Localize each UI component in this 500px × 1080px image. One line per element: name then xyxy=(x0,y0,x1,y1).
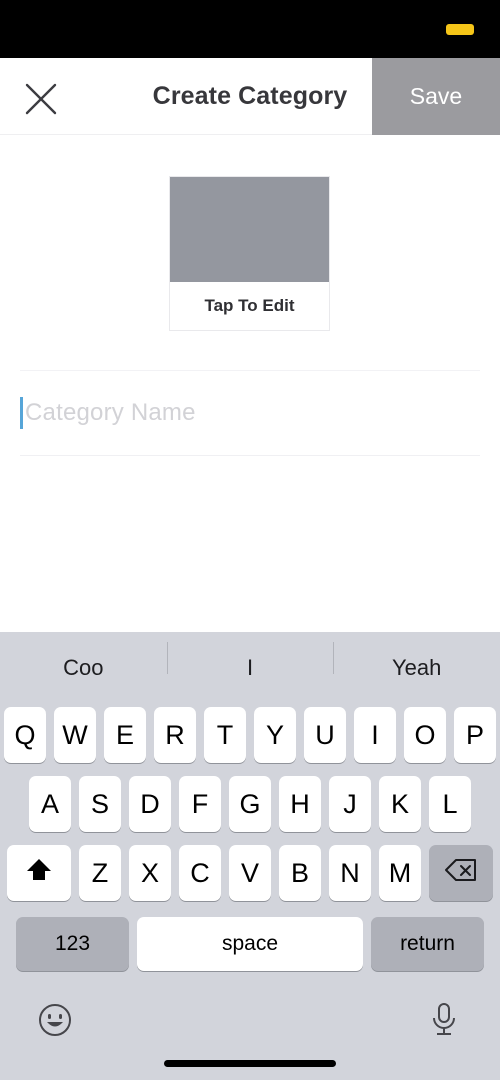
key-i[interactable]: I xyxy=(354,707,396,763)
key-l[interactable]: L xyxy=(429,776,471,832)
category-name-placeholder: Category Name xyxy=(25,399,196,426)
backspace-key[interactable] xyxy=(429,845,493,901)
key-b[interactable]: B xyxy=(279,845,321,901)
key-a[interactable]: A xyxy=(29,776,71,832)
key-x[interactable]: X xyxy=(129,845,171,901)
key-v[interactable]: V xyxy=(229,845,271,901)
suggestion-item-0[interactable]: Coo xyxy=(0,655,167,681)
home-indicator xyxy=(164,1060,336,1067)
suggestion-bar: Coo I Yeah xyxy=(0,632,500,704)
keyboard-row-2: A S D F G H J K L xyxy=(0,776,500,832)
keyboard-row-1: Q W E R T Y U I O P xyxy=(0,707,500,763)
navigation-bar: Create Category Save xyxy=(0,58,500,135)
status-bar xyxy=(0,0,500,58)
emoji-smiley-icon xyxy=(36,1001,74,1044)
image-thumbnail xyxy=(170,177,329,282)
key-s[interactable]: S xyxy=(79,776,121,832)
return-key[interactable]: return xyxy=(371,917,484,971)
software-keyboard: Coo I Yeah Q W E R T Y U I O P A S D F G… xyxy=(0,632,500,1080)
form-content: Tap To Edit Category Name xyxy=(0,136,500,632)
key-q[interactable]: Q xyxy=(4,707,46,763)
category-name-field-container[interactable]: Category Name xyxy=(20,370,480,456)
suggestion-item-1[interactable]: I xyxy=(166,642,334,681)
category-name-field-row[interactable]: Category Name xyxy=(20,371,480,455)
save-button[interactable]: Save xyxy=(372,58,500,135)
keyboard-bottom-bar xyxy=(0,988,500,1080)
key-c[interactable]: C xyxy=(179,845,221,901)
backspace-delete-icon xyxy=(444,857,478,890)
key-o[interactable]: O xyxy=(404,707,446,763)
key-k[interactable]: K xyxy=(379,776,421,832)
shift-key[interactable] xyxy=(7,845,71,901)
key-n[interactable]: N xyxy=(329,845,371,901)
key-w[interactable]: W xyxy=(54,707,96,763)
key-j[interactable]: J xyxy=(329,776,371,832)
image-picker[interactable]: Tap To Edit xyxy=(169,176,330,331)
status-indicator-badge xyxy=(446,24,474,35)
key-f[interactable]: F xyxy=(179,776,221,832)
suggestion-item-2[interactable]: Yeah xyxy=(333,642,500,681)
dictation-key[interactable] xyxy=(422,1000,466,1044)
key-z[interactable]: Z xyxy=(79,845,121,901)
key-m[interactable]: M xyxy=(379,845,421,901)
image-picker-caption: Tap To Edit xyxy=(170,282,329,330)
phone-screen: Create Category Save Tap To Edit Categor… xyxy=(0,0,500,1080)
keyboard-row-4: 123 space return xyxy=(0,917,500,971)
shift-arrow-icon xyxy=(24,855,54,892)
keyboard-row-3: Z X C V B N M xyxy=(0,845,500,901)
key-h[interactable]: H xyxy=(279,776,321,832)
key-u[interactable]: U xyxy=(304,707,346,763)
key-p[interactable]: P xyxy=(454,707,496,763)
key-r[interactable]: R xyxy=(154,707,196,763)
numeric-key[interactable]: 123 xyxy=(16,917,129,971)
key-e[interactable]: E xyxy=(104,707,146,763)
space-key[interactable]: space xyxy=(137,917,363,971)
key-t[interactable]: T xyxy=(204,707,246,763)
microphone-icon xyxy=(428,1001,460,1044)
emoji-key[interactable] xyxy=(33,1000,77,1044)
key-y[interactable]: Y xyxy=(254,707,296,763)
key-g[interactable]: G xyxy=(229,776,271,832)
key-d[interactable]: D xyxy=(129,776,171,832)
